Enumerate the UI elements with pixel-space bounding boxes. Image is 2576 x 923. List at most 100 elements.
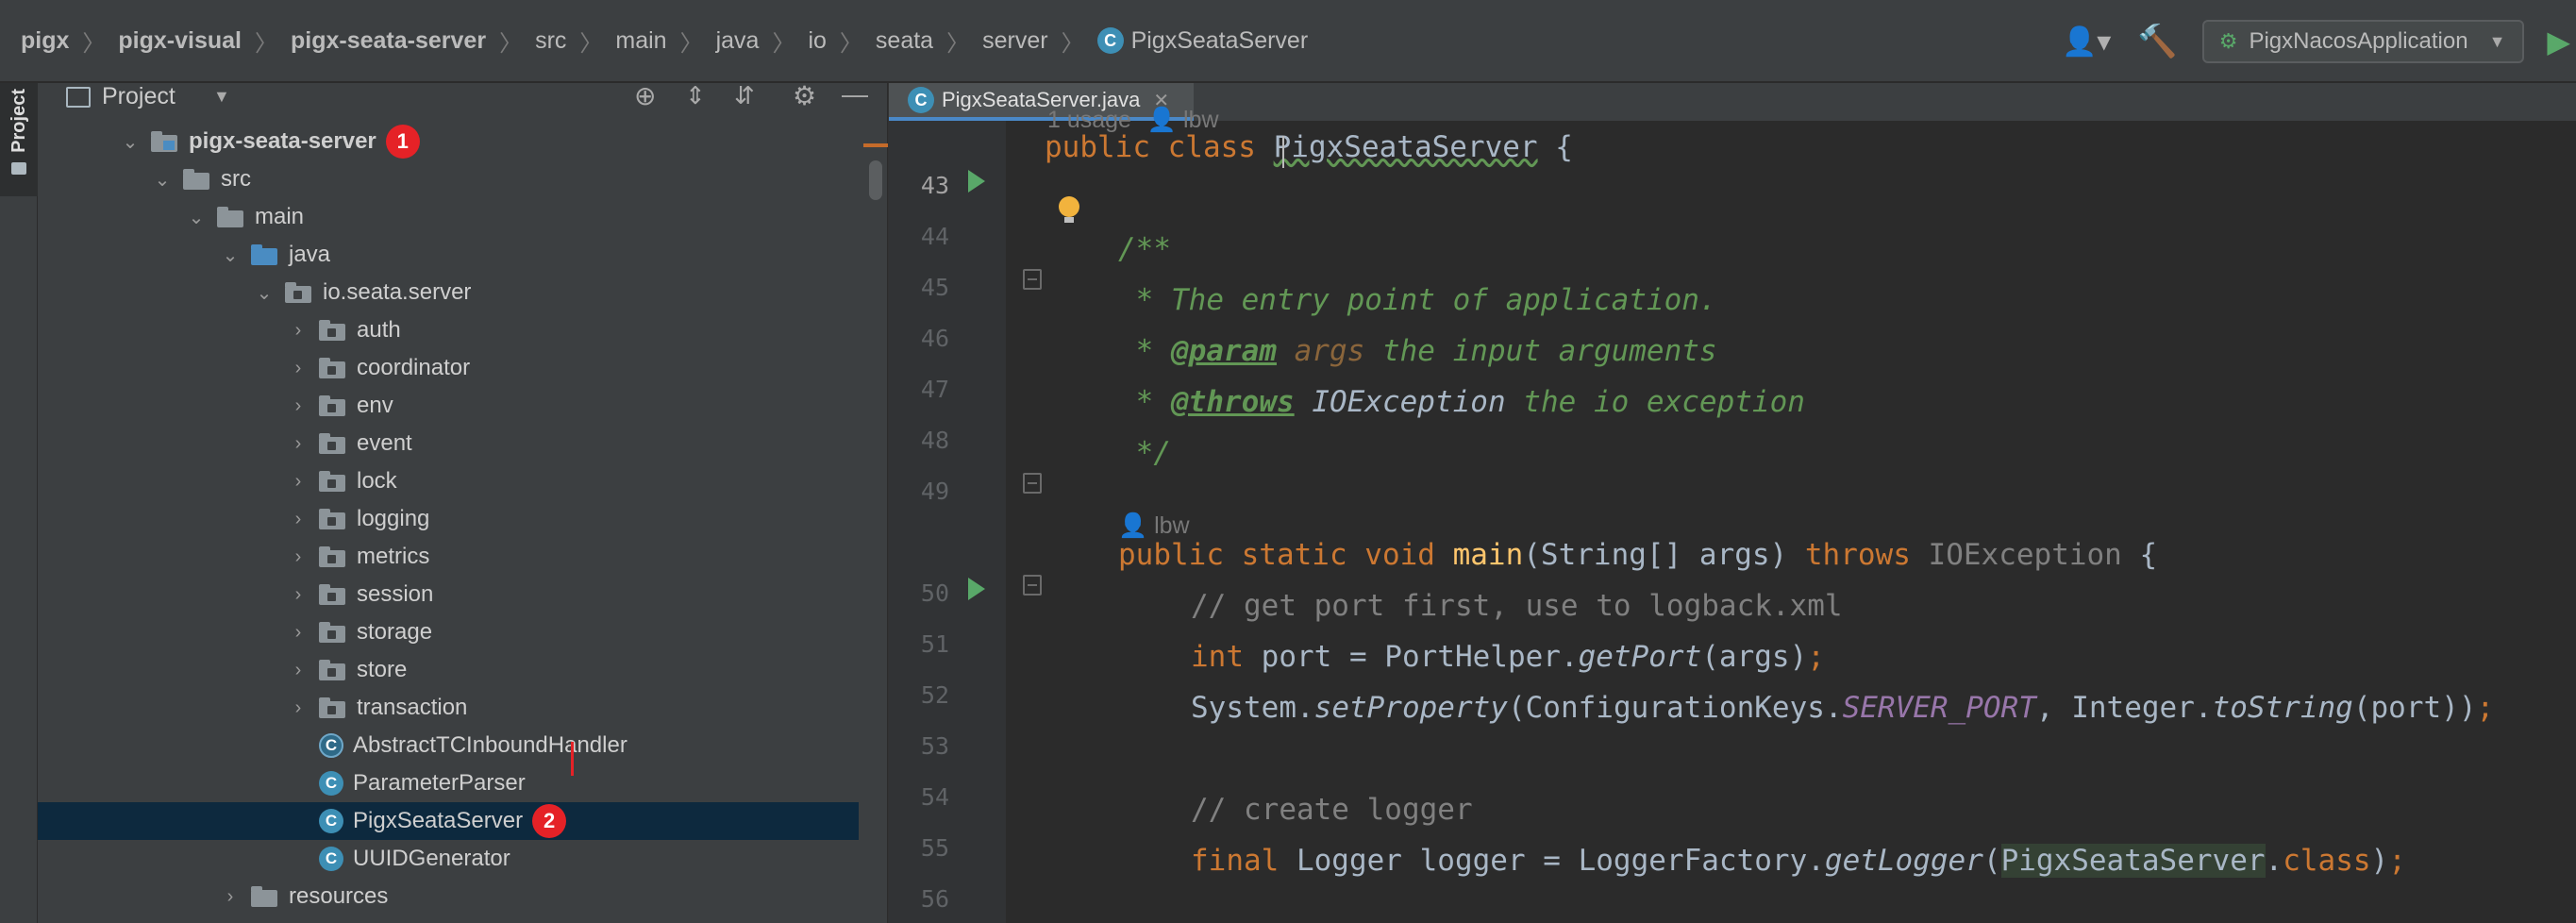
chevron-right-icon[interactable]: ›	[289, 358, 308, 379]
module-folder-icon	[151, 131, 179, 152]
tree-node-folder[interactable]: › lock	[38, 462, 859, 500]
chevron-right-icon: 〉	[255, 30, 277, 57]
fold-marker-icon[interactable]	[1023, 473, 1042, 494]
run-configuration-select[interactable]: ⚙ PigxNacosApplication ▼	[2201, 20, 2525, 63]
tree-node-folder[interactable]: › storage	[38, 613, 859, 651]
code-line-53[interactable]: System.setProperty(ConfigurationKeys.SER…	[1191, 691, 2494, 725]
tree-node-package[interactable]: ⌄ io.seata.server	[38, 274, 859, 311]
user-dropdown-icon[interactable]: 👤▾	[2062, 25, 2111, 59]
hide-panel-icon[interactable]: —	[842, 79, 868, 109]
text-cursor	[1282, 136, 1284, 168]
chevron-right-icon[interactable]: ›	[289, 546, 308, 568]
code-line-55[interactable]: // create logger	[1191, 793, 1473, 827]
tree-node-class[interactable]: C AbstractTCInboundHandler	[38, 727, 859, 764]
tree-node-module[interactable]: ⌄ pigx-seata-server 1	[38, 123, 859, 160]
collapse-all-icon[interactable]: ⇵	[734, 81, 755, 110]
tree-node-label: coordinator	[357, 355, 471, 380]
package-icon	[319, 395, 347, 416]
line-number: 50	[920, 579, 949, 607]
breadcrumb-item-java[interactable]: java	[716, 27, 760, 55]
tree-node-src[interactable]: ⌄ src	[38, 160, 859, 198]
breadcrumb-item-main[interactable]: main	[615, 27, 666, 55]
code-line-56[interactable]: final Logger logger = LoggerFactory.getL…	[1191, 844, 2406, 878]
project-tool-tab[interactable]: Project	[0, 83, 38, 196]
chevron-right-icon[interactable]: ›	[221, 886, 240, 908]
chevron-right-icon[interactable]: ›	[289, 660, 308, 681]
chevron-right-icon[interactable]: ›	[289, 320, 308, 342]
tree-node-folder[interactable]: › coordinator	[38, 349, 859, 387]
tree-node-folder[interactable]: › transaction	[38, 689, 859, 727]
code-line-46[interactable]: * The entry point of application.	[1118, 283, 1717, 317]
tree-node-resources[interactable]: › resources	[38, 878, 859, 915]
chevron-down-icon[interactable]: ⌄	[121, 130, 140, 154]
chevron-down-icon[interactable]: ▼	[213, 87, 230, 107]
breadcrumb-item-src[interactable]: src	[535, 27, 566, 55]
breadcrumb-item-pigx[interactable]: pigx	[21, 27, 69, 55]
build-hammer-icon[interactable]: 🔨	[2137, 23, 2177, 60]
gear-icon[interactable]: ⚙	[793, 80, 816, 111]
tree-node-folder[interactable]: › env	[38, 387, 859, 425]
package-icon	[319, 660, 347, 680]
chevron-right-icon: 〉	[772, 30, 795, 57]
code-line-52[interactable]: int port = PortHelper.getPort(args);	[1191, 640, 1825, 674]
tree-node-folder[interactable]: › metrics	[38, 538, 859, 576]
code-text: Logger logger = LoggerFactory.	[1296, 844, 1825, 878]
chevron-down-icon[interactable]: ⌄	[153, 168, 172, 192]
fold-marker-icon[interactable]	[1023, 575, 1042, 596]
locate-icon[interactable]: ⊕	[634, 80, 656, 111]
line-number: 45	[920, 274, 949, 301]
text-caret-marker	[571, 742, 574, 776]
breadcrumb-item-class[interactable]: C PigxSeataServer	[1096, 27, 1308, 55]
tree-node-folder[interactable]: › session	[38, 576, 859, 613]
line-number: 51	[920, 630, 949, 658]
chevron-right-icon[interactable]: ›	[289, 433, 308, 455]
chevron-right-icon[interactable]: ›	[289, 395, 308, 417]
code-line-47[interactable]: * @param args the input arguments	[1118, 334, 1717, 368]
tree-node-folder[interactable]: › auth	[38, 311, 859, 349]
tree-node-java[interactable]: ⌄ java	[38, 236, 859, 274]
tree-node-class[interactable]: C ParameterParser	[38, 764, 859, 802]
chevron-right-icon[interactable]: ›	[289, 697, 308, 719]
tree-node-folder[interactable]: › logging	[38, 500, 859, 538]
code-line-48[interactable]: * @throws IOException the io exception	[1118, 385, 1805, 419]
keyword: public class	[1045, 130, 1274, 164]
chevron-down-icon[interactable]: ⌄	[221, 243, 240, 267]
chevron-down-icon[interactable]: ⌄	[187, 206, 206, 229]
breadcrumb-item-module[interactable]: pigx-seata-server	[291, 27, 486, 55]
step-badge: 1	[385, 125, 420, 159]
project-view-title[interactable]: Project	[102, 83, 176, 110]
chevron-right-icon[interactable]: ›	[289, 622, 308, 644]
code-line-43[interactable]: public class PigxSeataServer {	[1045, 130, 1573, 164]
navigation-bar: pigx 〉 pigx-visual 〉 pigx-seata-server 〉…	[0, 0, 2576, 83]
tree-node-folder[interactable]: › event	[38, 425, 859, 462]
breadcrumb-item-pigx-visual[interactable]: pigx-visual	[118, 27, 242, 55]
chevron-down-icon[interactable]: ⌄	[255, 281, 274, 305]
tree-node-folder[interactable]: › store	[38, 651, 859, 689]
fold-marker-icon[interactable]	[1023, 269, 1042, 290]
chevron-right-icon[interactable]: ›	[289, 471, 308, 493]
run-gutter-icon[interactable]	[968, 578, 985, 600]
code-line-45[interactable]: /**	[1118, 232, 1171, 266]
run-icon[interactable]: ▶	[2547, 24, 2570, 59]
tree-node-label: metrics	[357, 544, 430, 569]
code-line-50[interactable]: public static void main(String[] args) t…	[1118, 538, 2157, 572]
expand-all-icon[interactable]: ⇕	[685, 81, 706, 110]
tree-node-main[interactable]: ⌄ main	[38, 198, 859, 236]
tree-node-class-selected[interactable]: C PigxSeataServer 2	[38, 802, 859, 840]
keyword: throws	[1804, 538, 1929, 572]
breadcrumb-item-seata[interactable]: seata	[876, 27, 933, 55]
author-hint[interactable]: 👤 lbw	[1118, 512, 1190, 540]
lightbulb-icon[interactable]	[1059, 196, 1079, 223]
run-gutter-icon[interactable]	[968, 170, 985, 193]
code-line-49[interactable]: */	[1118, 436, 1171, 470]
tree-node-label: session	[357, 581, 434, 607]
code-line-51[interactable]: // get port first, use to logback.xml	[1191, 589, 1843, 623]
semicolon: ;	[1807, 640, 1825, 674]
breadcrumb-item-server[interactable]: server	[982, 27, 1047, 55]
chevron-right-icon[interactable]: ›	[289, 584, 308, 606]
code-text: (	[1982, 844, 2001, 878]
chevron-right-icon[interactable]: ›	[289, 509, 308, 530]
scrollbar-thumb[interactable]	[869, 160, 882, 200]
breadcrumb-item-io[interactable]: io	[808, 27, 826, 55]
tree-node-class[interactable]: C UUIDGenerator	[38, 840, 859, 878]
